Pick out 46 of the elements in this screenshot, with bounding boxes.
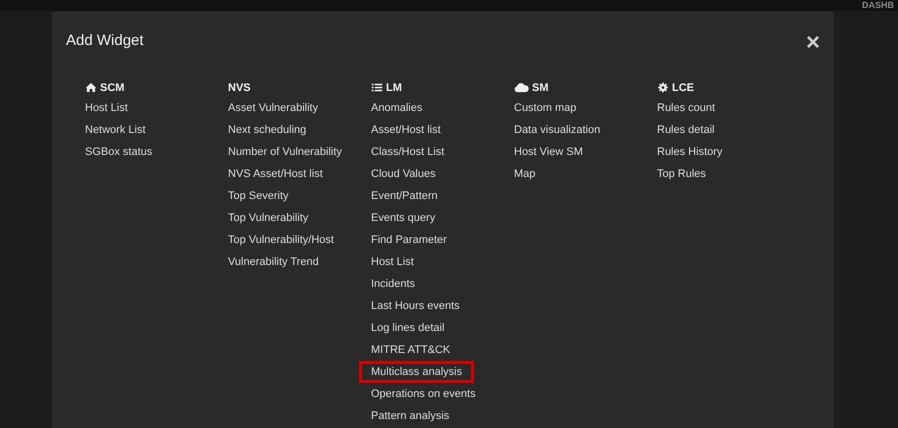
home-icon <box>85 82 97 93</box>
gear-icon <box>657 82 669 93</box>
widget-link[interactable]: Class/Host List <box>359 141 456 163</box>
widget-link[interactable]: Cloud Values <box>359 163 448 185</box>
category-heading: SCM <box>100 82 124 94</box>
widget-link[interactable]: Asset/Host list <box>359 119 453 141</box>
widget-link[interactable]: MITRE ATT&CK <box>359 339 462 361</box>
widget-link[interactable]: Host View SM <box>502 141 595 163</box>
widget-link[interactable]: Operations on events <box>359 383 488 405</box>
widget-link[interactable]: NVS Asset/Host list <box>216 163 335 185</box>
widget-link[interactable]: Data visualization <box>502 119 612 141</box>
widget-link[interactable]: Find Parameter <box>359 229 459 251</box>
category-heading: NVS <box>228 82 251 94</box>
widget-link[interactable]: Rules count <box>645 97 728 119</box>
widget-link[interactable]: Map <box>502 163 548 185</box>
widget-link[interactable]: Anomalies <box>359 97 434 119</box>
widget-link[interactable]: Rules History <box>645 141 734 163</box>
widget-link[interactable]: Top Vulnerability/Host <box>216 229 346 251</box>
widget-link[interactable]: Host List <box>73 97 140 119</box>
dialog-title: Add Widget <box>66 32 144 48</box>
widget-link[interactable]: Pattern analysis <box>359 405 462 427</box>
widget-link[interactable]: Number of Vulnerability <box>216 141 354 163</box>
widget-link[interactable]: Incidents <box>359 273 428 295</box>
list-icon <box>371 82 383 93</box>
widget-link[interactable]: SGBox status <box>73 141 164 163</box>
widget-link[interactable]: Last Hours events <box>359 295 472 317</box>
close-button[interactable]: × <box>806 31 820 55</box>
widget-link[interactable]: Top Severity <box>216 185 301 207</box>
widget-link[interactable]: Multiclass analysis <box>359 361 474 383</box>
cloud-icon <box>514 82 529 93</box>
nav-label[interactable]: DASHB <box>862 0 898 11</box>
widget-link[interactable]: Custom map <box>502 97 588 119</box>
widget-link[interactable]: Next scheduling <box>216 119 318 141</box>
widget-link[interactable]: Rules detail <box>645 119 726 141</box>
widget-link[interactable]: Asset Vulnerability <box>216 97 330 119</box>
widget-link[interactable]: Log lines detail <box>359 317 456 339</box>
widget-link[interactable]: Network List <box>73 119 158 141</box>
widget-link[interactable]: Top Rules <box>645 163 718 185</box>
category-heading: LM <box>386 82 402 94</box>
widget-link[interactable]: Vulnerability Trend <box>216 251 331 273</box>
category-heading: LCE <box>672 82 694 94</box>
widget-link[interactable]: Events query <box>359 207 448 229</box>
widget-link[interactable]: Host List <box>359 251 426 273</box>
widget-link[interactable]: Event/Pattern <box>359 185 450 207</box>
category-heading: SM <box>532 82 548 94</box>
widget-link[interactable]: Top Vulnerability <box>216 207 320 229</box>
